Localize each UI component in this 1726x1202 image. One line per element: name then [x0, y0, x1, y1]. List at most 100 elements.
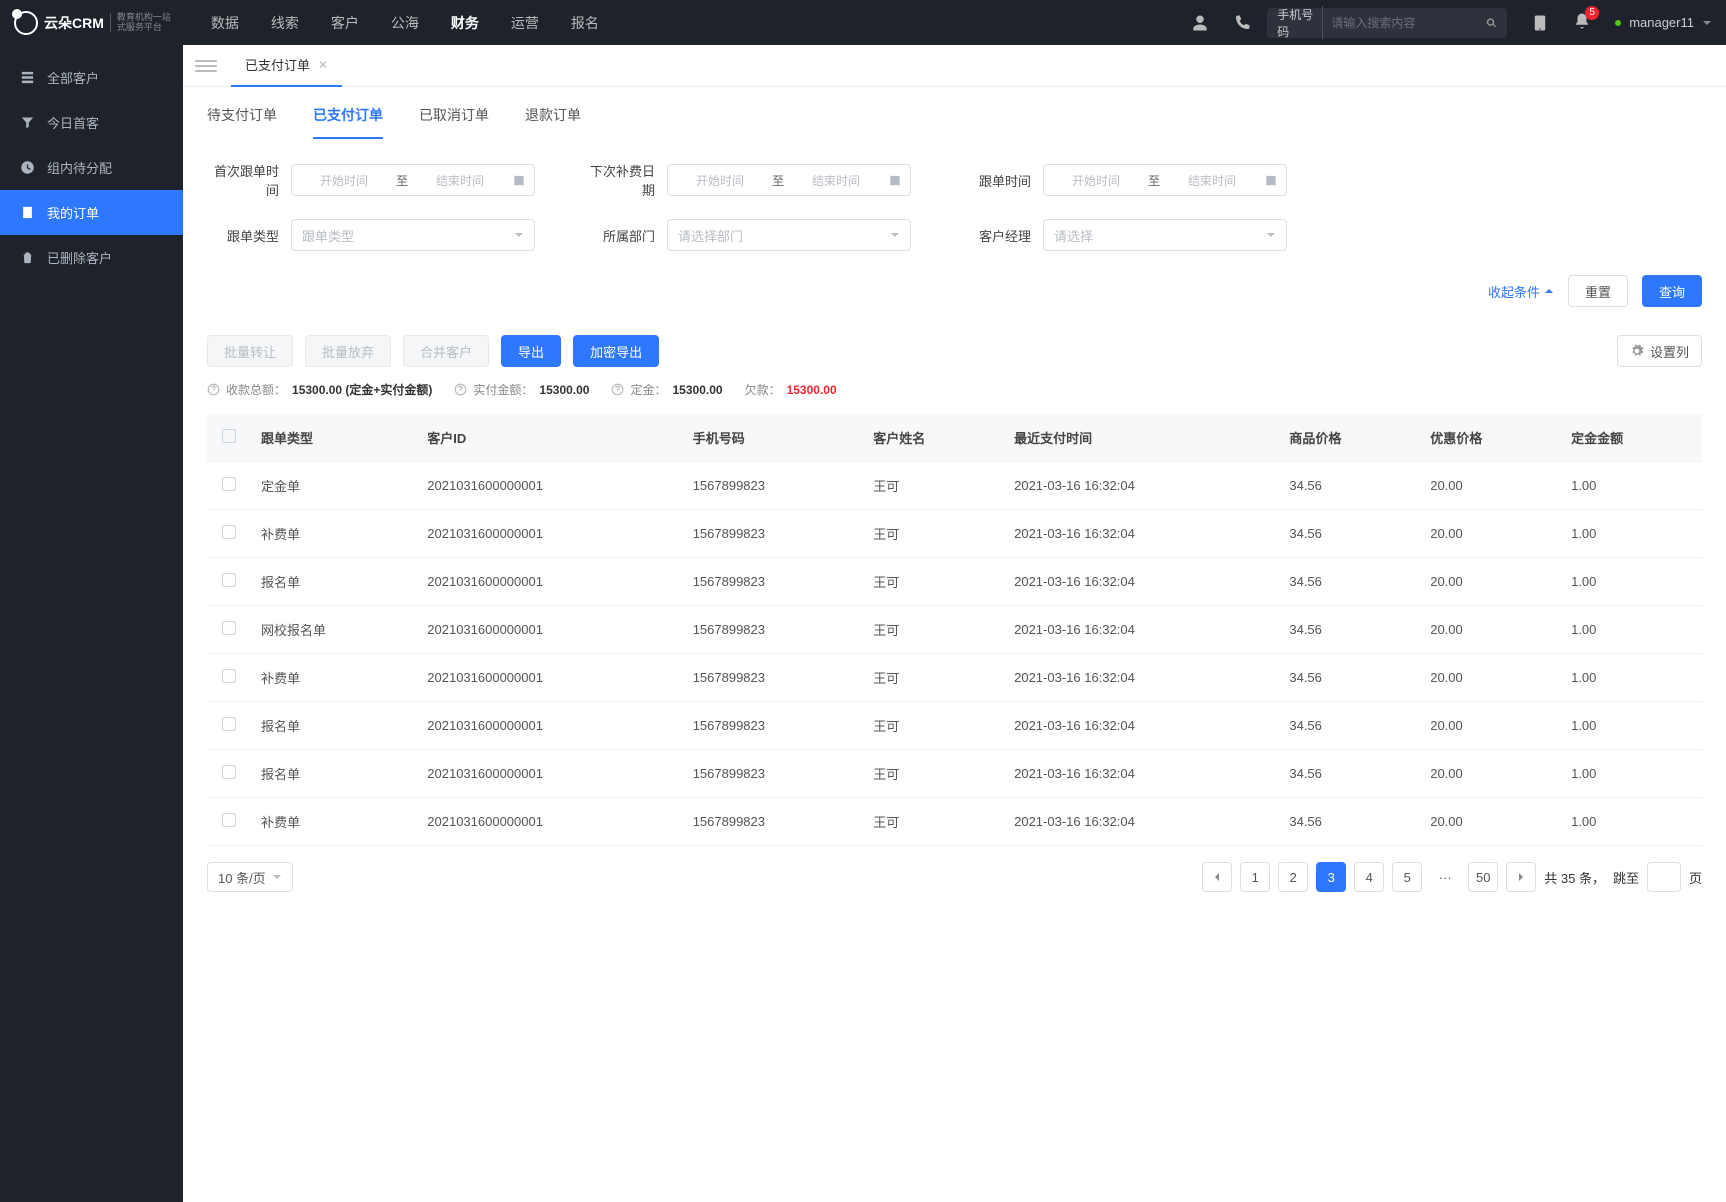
nav-线索[interactable]: 线索	[271, 9, 299, 37]
page-2[interactable]: 2	[1278, 862, 1308, 892]
global-search[interactable]: 手机号码	[1267, 8, 1507, 38]
chevron-up-icon	[1544, 286, 1554, 296]
logo[interactable]: 云朵CRM 教育机构一站式服务平台	[14, 11, 171, 35]
nav-运营[interactable]: 运营	[511, 9, 539, 37]
prev-page-button[interactable]	[1202, 862, 1232, 892]
sidebar-item-label: 我的订单	[47, 203, 99, 222]
col-header: 跟单类型	[251, 414, 417, 462]
filter-label: 所属部门	[583, 226, 655, 245]
nav-客户[interactable]: 客户	[331, 9, 359, 37]
cell: 20.00	[1420, 702, 1561, 750]
page-size-select[interactable]: 10 条/页	[207, 862, 293, 892]
filter-所属部门: 所属部门请选择部门	[583, 219, 911, 251]
select-跟单类型[interactable]: 跟单类型	[291, 219, 535, 251]
collapse-filters-button[interactable]: 收起条件	[1488, 282, 1554, 301]
sidebar-item-clock[interactable]: 组内待分配	[0, 145, 183, 190]
close-icon[interactable]: ✕	[318, 58, 328, 72]
column-settings-button[interactable]: 设置列	[1617, 335, 1702, 367]
batch-transfer-button[interactable]: 批量转让	[207, 335, 293, 367]
nav-公海[interactable]: 公海	[391, 9, 419, 37]
user-menu[interactable]: manager11	[1615, 15, 1712, 30]
select-所属部门[interactable]: 请选择部门	[667, 219, 911, 251]
last-page-button[interactable]: 50	[1468, 862, 1498, 892]
page-tab-paid-orders[interactable]: 已支付订单 ✕	[231, 45, 342, 87]
order-icon	[20, 205, 35, 220]
date-range-picker[interactable]: 开始时间至结束时间	[1043, 164, 1287, 196]
sidebar-item-users[interactable]: 全部客户	[0, 55, 183, 100]
row-checkbox[interactable]	[222, 621, 236, 635]
merge-customer-button[interactable]: 合并客户	[403, 335, 489, 367]
sub-tabs: 待支付订单 已支付订单 已取消订单 退款订单	[183, 87, 1726, 139]
table-row[interactable]: 网校报名单20210316000000011567899823王可2021-03…	[207, 606, 1702, 654]
table-row[interactable]: 报名单20210316000000011567899823王可2021-03-1…	[207, 558, 1702, 606]
sub-tab-1[interactable]: 已支付订单	[313, 105, 383, 139]
cell: 2021031600000001	[417, 798, 682, 846]
sidebar-item-order[interactable]: 我的订单	[0, 190, 183, 235]
cell: 2021-03-16 16:32:04	[1004, 462, 1279, 510]
page-5[interactable]: 5	[1392, 862, 1422, 892]
cell: 20.00	[1420, 606, 1561, 654]
jump-page-input[interactable]	[1647, 862, 1681, 892]
phone-icon[interactable]	[1233, 14, 1251, 32]
next-page-button[interactable]	[1506, 862, 1536, 892]
cell: 补费单	[251, 798, 417, 846]
sub-tab-0[interactable]: 待支付订单	[207, 105, 277, 139]
page-4[interactable]: 4	[1354, 862, 1384, 892]
cell: 34.56	[1279, 654, 1420, 702]
sub-tab-2[interactable]: 已取消订单	[419, 105, 489, 139]
query-button[interactable]: 查询	[1642, 275, 1702, 307]
page-1[interactable]: 1	[1240, 862, 1270, 892]
cell: 王可	[863, 462, 1004, 510]
export-button[interactable]: 导出	[501, 335, 561, 367]
search-input[interactable]	[1331, 16, 1486, 30]
cell: 王可	[863, 798, 1004, 846]
row-checkbox[interactable]	[222, 813, 236, 827]
table-row[interactable]: 定金单20210316000000011567899823王可2021-03-1…	[207, 462, 1702, 510]
cell: 王可	[863, 750, 1004, 798]
table-row[interactable]: 补费单20210316000000011567899823王可2021-03-1…	[207, 654, 1702, 702]
table-row[interactable]: 补费单20210316000000011567899823王可2021-03-1…	[207, 510, 1702, 558]
select-客户经理[interactable]: 请选择	[1043, 219, 1287, 251]
table-row[interactable]: 报名单20210316000000011567899823王可2021-03-1…	[207, 702, 1702, 750]
cell: 1.00	[1561, 750, 1702, 798]
search-type-select[interactable]: 手机号码	[1277, 6, 1323, 40]
row-checkbox[interactable]	[222, 477, 236, 491]
table-row[interactable]: 补费单20210316000000011567899823王可2021-03-1…	[207, 798, 1702, 846]
filter-label: 首次跟单时间	[207, 161, 279, 199]
row-checkbox[interactable]	[222, 669, 236, 683]
date-range-picker[interactable]: 开始时间至结束时间	[667, 164, 911, 196]
row-checkbox[interactable]	[222, 573, 236, 587]
page-tab-label: 已支付订单	[245, 55, 310, 74]
sub-tab-3[interactable]: 退款订单	[525, 105, 581, 139]
notification-button[interactable]: 5	[1573, 12, 1591, 33]
page-3[interactable]: 3	[1316, 862, 1346, 892]
nav-报名[interactable]: 报名	[571, 9, 599, 37]
logo-subtitle: 教育机构一站式服务平台	[110, 13, 171, 33]
sidebar-item-filter[interactable]: 今日首客	[0, 100, 183, 145]
cell: 20.00	[1420, 462, 1561, 510]
mobile-icon[interactable]	[1531, 14, 1549, 32]
batch-abandon-button[interactable]: 批量放弃	[305, 335, 391, 367]
row-checkbox[interactable]	[222, 717, 236, 731]
date-range-picker[interactable]: 开始时间至结束时间	[291, 164, 535, 196]
reset-button[interactable]: 重置	[1568, 275, 1628, 307]
cell: 2021-03-16 16:32:04	[1004, 510, 1279, 558]
filter-跟单时间: 跟单时间开始时间至结束时间	[959, 161, 1287, 199]
nav-数据[interactable]: 数据	[211, 9, 239, 37]
filter-label: 客户经理	[959, 226, 1031, 245]
help-icon	[611, 383, 624, 396]
sidebar-item-trash[interactable]: 已删除客户	[0, 235, 183, 280]
table-row[interactable]: 报名单20210316000000011567899823王可2021-03-1…	[207, 750, 1702, 798]
user-icon[interactable]	[1191, 14, 1209, 32]
nav-财务[interactable]: 财务	[451, 9, 479, 37]
search-icon[interactable]	[1486, 16, 1497, 30]
cell: 2021031600000001	[417, 510, 682, 558]
select-all-checkbox[interactable]	[222, 429, 236, 443]
cell: 1.00	[1561, 606, 1702, 654]
filter-下次补费日期: 下次补费日期开始时间至结束时间	[583, 161, 911, 199]
row-checkbox[interactable]	[222, 765, 236, 779]
encrypt-export-button[interactable]: 加密导出	[573, 335, 659, 367]
row-checkbox[interactable]	[222, 525, 236, 539]
collapse-sidebar-button[interactable]	[195, 55, 217, 77]
orders-table: 跟单类型客户ID手机号码客户姓名最近支付时间商品价格优惠价格定金金额 定金单20…	[183, 414, 1726, 846]
